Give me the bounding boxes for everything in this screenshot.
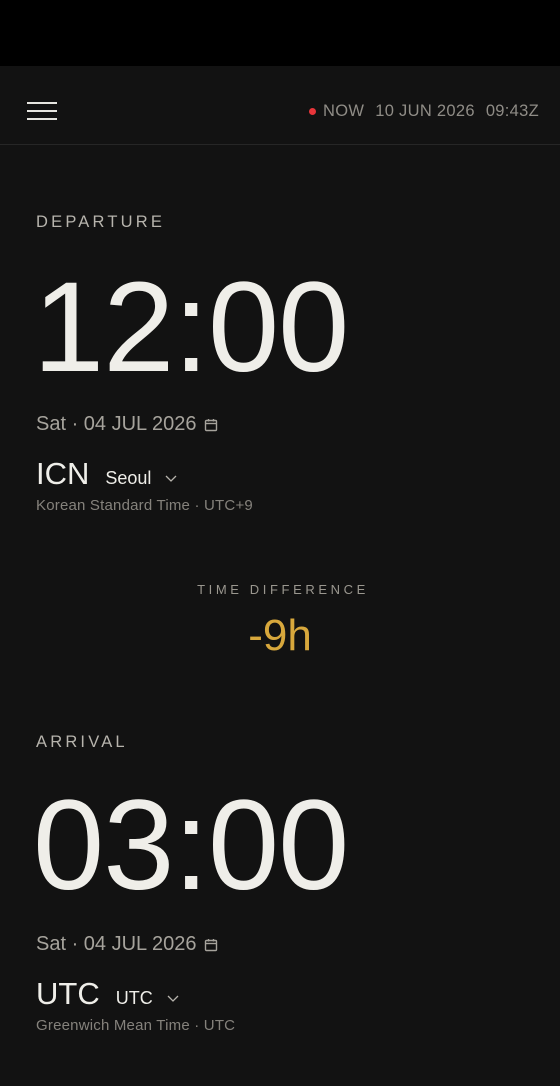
arrival-label: ARRIVAL (36, 733, 128, 751)
calendar-icon[interactable] (204, 938, 218, 952)
time-difference-label: TIME DIFFERENCE (197, 582, 369, 597)
current-time-indicator: NOW 10 JUN 2026 09:43Z (308, 102, 539, 121)
now-time: 09:43Z (485, 102, 539, 120)
now-date: 10 JUN 2026 (375, 102, 475, 120)
live-dot-icon (308, 108, 316, 115)
arrival-location[interactable]: UTC UTC (36, 976, 179, 1012)
departure-location[interactable]: ICN Seoul (36, 456, 177, 492)
departure-date[interactable]: Sat · 04 JUL 2026 (36, 413, 218, 436)
chevron-down-icon[interactable] (167, 995, 179, 1003)
chevron-down-icon[interactable] (165, 475, 177, 483)
arrival-timezone: Greenwich Mean Time · UTC (36, 1017, 236, 1034)
calendar-icon[interactable] (204, 418, 218, 432)
departure-label: DEPARTURE (36, 213, 166, 231)
now-label: NOW (322, 102, 365, 120)
arrival-code: UTC (36, 976, 100, 1011)
app-header: NOW 10 JUN 2026 09:43Z (0, 66, 560, 145)
departure-timezone: Korean Standard Time · UTC+9 (36, 497, 253, 514)
status-bar (0, 0, 560, 66)
arrival-date-text: Sat · 04 JUL 2026 (36, 933, 197, 955)
time-difference-value: -9h (248, 611, 312, 660)
departure-date-text: Sat · 04 JUL 2026 (36, 413, 197, 435)
departure-code: ICN (36, 456, 90, 491)
arrival-city-select[interactable]: UTC (116, 988, 153, 1009)
departure-city-select[interactable]: Seoul (105, 468, 151, 489)
departure-time[interactable]: 12:00 (33, 264, 349, 392)
menu-icon[interactable] (27, 100, 57, 122)
arrival-date[interactable]: Sat · 04 JUL 2026 (36, 933, 218, 956)
arrival-time[interactable]: 03:00 (33, 782, 349, 910)
